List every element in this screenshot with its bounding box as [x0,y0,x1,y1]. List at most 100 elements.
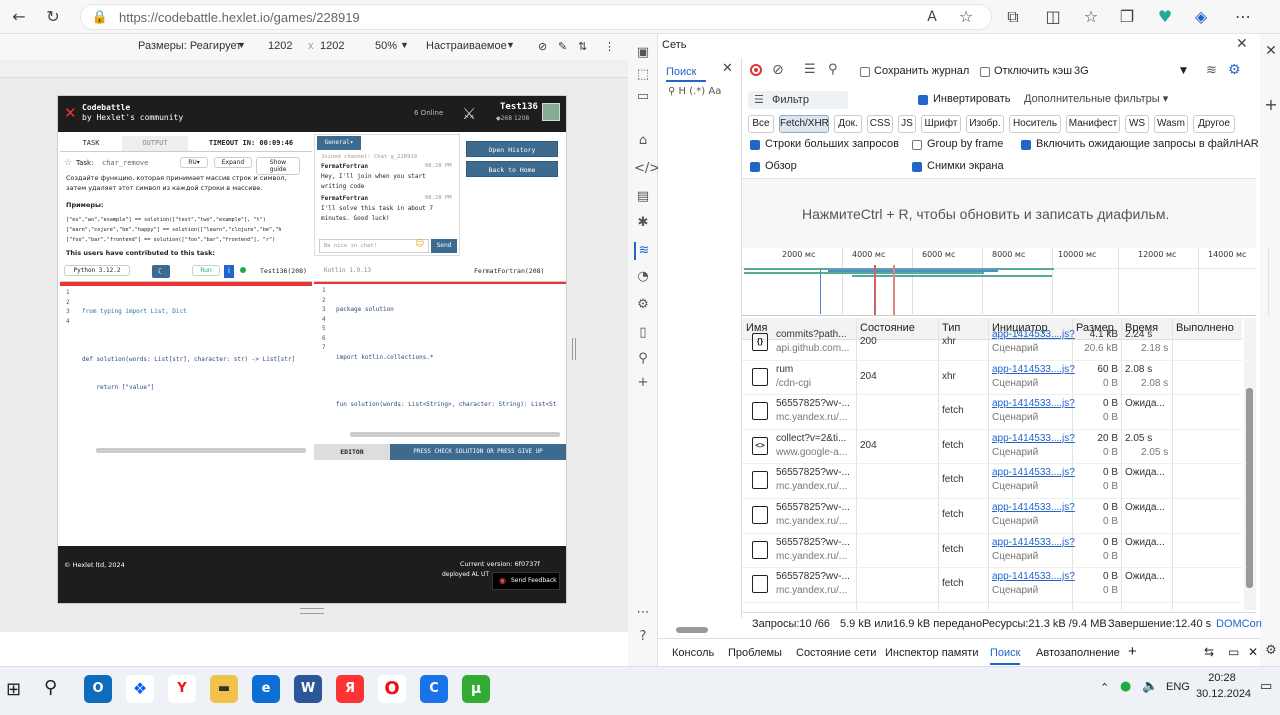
horizontal-scrollbar[interactable] [96,448,306,453]
tab-network-conditions[interactable]: Состояние сети [796,647,876,659]
add-tab-icon[interactable]: + [1128,643,1137,660]
tab-search-drawer[interactable]: Поиск [990,647,1021,665]
close-drawer-icon[interactable]: ✕ [1248,645,1258,659]
user-name[interactable]: Test136 [500,102,538,112]
table-row[interactable]: <> collect?v=2&ti... www.google-a... 204 fet… [742,430,1242,465]
chat-input[interactable]: Be nice in chat! [319,239,429,253]
send-button[interactable]: Send [431,239,457,253]
application-icon[interactable]: ▯ [634,324,652,342]
tab-autofill[interactable]: Автозаполнение [1036,647,1120,659]
dropbox-icon[interactable]: ❖ [126,675,154,703]
screenshots-checkbox[interactable] [912,162,922,172]
vertical-scrollbar[interactable] [1244,318,1256,610]
yandex-browser-icon[interactable]: Y [168,675,196,703]
no-throttle-icon[interactable]: ⊘ [538,40,547,53]
filter-type-8[interactable]: Манифест [1066,115,1120,133]
request-initiator[interactable]: app-1414533....js? [992,537,1075,548]
console-icon[interactable]: ▤ [634,188,652,206]
back-icon[interactable]: ← [8,6,30,28]
filter-type-6[interactable]: Изобр. [966,115,1004,133]
network-overview[interactable]: 2000 мс 4000 мс 6000 мс 8000 мс 10000 мс 1200… [742,248,1269,316]
tab-console[interactable]: Консоль [672,647,714,659]
filter-list-icon[interactable]: ☰ [804,62,816,77]
sources-bug-icon[interactable]: ✱ [634,214,652,232]
table-row[interactable]: rum/cdn-cgi 204 xhr app-1414533....js? Сцена… [742,361,1242,396]
tab-editor[interactable]: EDITOR [314,444,390,460]
table-row[interactable]: 56557825?wv-... mc.yandex.ru/... fetch app-… [742,534,1242,569]
filter-type-7[interactable]: Носитель [1009,115,1061,133]
add-tool-icon[interactable]: + [634,374,652,392]
add-icon[interactable]: + [1260,94,1280,116]
language-select[interactable]: RU▾ [180,157,208,168]
filter-type-2[interactable]: Док. [834,115,862,133]
settings-icon[interactable]: ⚙ [1260,640,1280,662]
filter-type-4[interactable]: JS [898,115,916,133]
filter-type-3[interactable]: CSS [867,115,893,133]
chevron-down-icon[interactable]: ▼ [1180,66,1187,76]
tab-output[interactable]: OUTPUT [122,136,188,151]
show-guide-button[interactable]: Show guide [256,157,300,175]
device-toolbar-icon[interactable]: ▣ [634,44,652,62]
height-input[interactable]: 1202 [320,40,344,52]
close-icon[interactable]: ✕ [1236,36,1248,52]
table-row[interactable]: 56557825?wv-... mc.yandex.ru/... fetch app-… [742,395,1242,430]
tab-task[interactable]: TASK [60,136,122,151]
input-language[interactable]: ENG [1166,681,1190,693]
back-home-button[interactable]: Back to Home [466,161,558,177]
dimensions-dropdown[interactable]: Размеры: Реагирует [138,40,241,52]
width-input[interactable]: 1202 [268,40,292,52]
opera-icon[interactable]: O [378,675,406,703]
large-rows-checkbox[interactable] [750,140,760,150]
dock-icon[interactable]: ⇆ [1204,645,1214,659]
resize-handle[interactable] [572,338,576,360]
table-row[interactable]: {} commits?path... api.github.com... 200 xhr… [742,326,1242,361]
close-sidebar-icon[interactable]: ✕ [1260,40,1280,62]
copilot-icon[interactable]: ◈ [1190,6,1212,28]
tab-search[interactable]: Поиск [666,66,706,82]
chat-channel-dropdown[interactable]: General▾ [317,136,361,150]
table-row[interactable]: 56557825?wv-... mc.yandex.ru/... fetch app-… [742,464,1242,499]
help-icon[interactable]: ? [634,628,652,646]
send-feedback-button[interactable]: ◉ Send Feedback [492,572,560,590]
panel-icon[interactable]: ▭ [634,88,652,106]
filter-input[interactable]: ☰ Фильтр [748,91,848,109]
network-wifi-icon[interactable]: ≋ [634,242,652,260]
clock-date[interactable]: 30.12.2024 [1196,688,1252,700]
more-filters-dropdown[interactable]: Дополнительные фильтры ▾ [1024,92,1168,105]
table-row[interactable]: 56557825?wv-... mc.yandex.ru/... fetch app-… [742,499,1242,534]
split-screen-icon[interactable]: ◫ [1042,6,1064,28]
close-search-icon[interactable]: ✕ [722,61,733,76]
yandex-icon[interactable]: Я [336,675,364,703]
request-initiator[interactable]: app-1414533....js? [992,502,1075,513]
address-bar[interactable]: 🔒 https://codebattle.hexlet.io/games/228… [80,4,992,30]
emoji-icon[interactable]: ☺ [415,239,424,249]
rotate-icon[interactable]: ✎ [558,40,567,53]
more-icon[interactable]: ⋯ [1232,6,1254,28]
brand-name[interactable]: Codebattle [82,103,130,112]
request-initiator[interactable]: app-1414533....js? [992,571,1075,582]
open-history-button[interactable]: Open History [466,141,558,157]
overview-checkbox[interactable] [750,162,760,172]
filter-type-5[interactable]: Шрифт [921,115,961,133]
search-icon[interactable]: ⚲ [828,62,838,77]
security-icon[interactable]: ⚲ [634,350,652,368]
theme-toggle-icon[interactable]: ☾ [152,265,170,278]
filter-type-0[interactable]: Все [748,115,774,133]
star-icon[interactable]: ☆ [64,158,72,168]
horizontal-scrollbar[interactable] [350,432,560,437]
tab-issues[interactable]: Проблемы [728,647,782,659]
inspect-icon[interactable]: ⬚ [634,66,652,84]
group-by-frame-checkbox[interactable] [912,140,922,150]
elements-icon[interactable]: </> [634,160,660,178]
language-select[interactable]: Python 3.12.2 [64,265,130,276]
windows-start-icon[interactable]: ⊞ [6,679,21,700]
search-pane-scrollbar[interactable] [676,627,708,633]
extensions-icon[interactable]: ⧉ [1002,6,1024,28]
edge-icon[interactable]: e [252,675,280,703]
browser-essentials-icon[interactable]: ♥ [1154,6,1176,28]
invert-checkbox[interactable] [918,95,928,105]
dock-icon[interactable]: ⇅ [578,40,587,53]
request-initiator[interactable]: app-1414533....js? [992,398,1075,409]
tab-memory-inspector[interactable]: Инспектор памяти [885,647,978,659]
record-icon[interactable] [750,64,762,76]
